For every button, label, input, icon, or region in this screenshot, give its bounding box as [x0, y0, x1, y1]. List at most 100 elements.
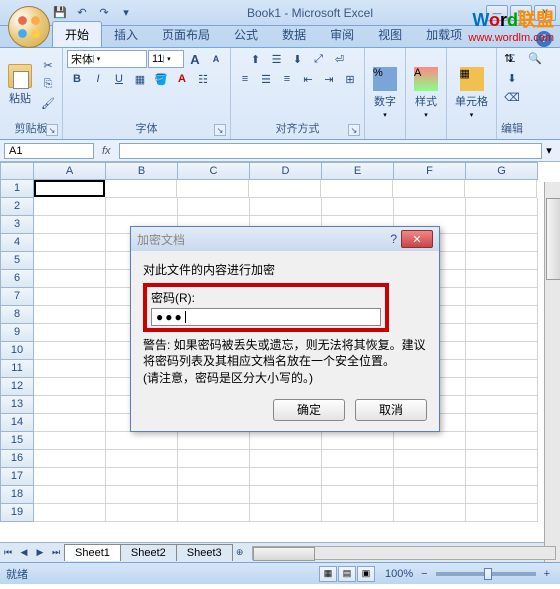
row-header[interactable]: 2 [0, 198, 34, 216]
page-break-view-button[interactable]: ▣ [357, 566, 375, 582]
row-header[interactable]: 7 [0, 288, 34, 306]
cell[interactable] [466, 342, 538, 360]
decrease-indent-button[interactable]: ⇤ [298, 70, 318, 88]
cell[interactable] [106, 432, 178, 450]
cell[interactable] [394, 450, 466, 468]
row-header[interactable]: 4 [0, 234, 34, 252]
normal-view-button[interactable]: ▦ [319, 566, 337, 582]
paste-button[interactable]: 粘贴 [4, 62, 36, 108]
cell[interactable] [34, 324, 106, 342]
row-header[interactable]: 18 [0, 486, 34, 504]
row-header[interactable]: 5 [0, 252, 34, 270]
row-header[interactable]: 12 [0, 378, 34, 396]
cell[interactable] [466, 306, 538, 324]
cell[interactable] [393, 180, 465, 198]
formula-bar[interactable] [119, 143, 542, 159]
row-header[interactable]: 9 [0, 324, 34, 342]
cell[interactable] [466, 450, 538, 468]
fx-icon[interactable]: fx [102, 145, 111, 157]
bold-button[interactable]: B [67, 70, 87, 88]
cell[interactable] [105, 180, 177, 198]
row-header[interactable]: 17 [0, 468, 34, 486]
cell[interactable] [249, 180, 321, 198]
cancel-button[interactable]: 取消 [355, 399, 427, 421]
row-header[interactable]: 6 [0, 270, 34, 288]
align-top-button[interactable]: ⬆ [246, 50, 266, 68]
sheet-tab-1[interactable]: Sheet1 [64, 544, 121, 561]
cell[interactable] [322, 486, 394, 504]
cell[interactable] [322, 504, 394, 522]
clear-button[interactable]: ⌫ [502, 88, 522, 106]
row-header[interactable]: 10 [0, 342, 34, 360]
italic-button[interactable]: I [88, 70, 108, 88]
cell[interactable] [466, 414, 538, 432]
formula-expand[interactable]: ▾ [542, 144, 556, 157]
col-header[interactable]: E [322, 162, 394, 180]
last-sheet-button[interactable]: ⏭ [48, 545, 64, 561]
cell[interactable] [34, 342, 106, 360]
cell[interactable] [394, 504, 466, 522]
cell[interactable] [250, 468, 322, 486]
zoom-out-button[interactable]: − [421, 568, 427, 580]
dialog-help-icon[interactable]: ? [390, 232, 397, 246]
tab-review[interactable]: 审阅 [318, 22, 366, 47]
cells-button[interactable]: ▦单元格▾ [451, 65, 492, 121]
cell[interactable] [106, 486, 178, 504]
sheet-tab-2[interactable]: Sheet2 [120, 544, 177, 561]
cell[interactable] [34, 216, 106, 234]
tab-home[interactable]: 开始 [52, 21, 102, 47]
cell[interactable] [34, 450, 106, 468]
cell[interactable] [178, 504, 250, 522]
row-header[interactable]: 19 [0, 504, 34, 522]
cell[interactable] [34, 234, 106, 252]
office-button[interactable] [8, 6, 50, 48]
cell[interactable] [321, 180, 393, 198]
cell[interactable] [106, 450, 178, 468]
cell[interactable] [106, 468, 178, 486]
style-button[interactable]: A样式▾ [410, 65, 442, 121]
cell[interactable] [394, 486, 466, 504]
copy-button[interactable]: ⎘ [38, 76, 58, 94]
col-header[interactable]: B [106, 162, 178, 180]
cell[interactable] [34, 288, 106, 306]
merge-button[interactable]: ⊞ [340, 70, 360, 88]
cell[interactable] [322, 450, 394, 468]
row-header[interactable]: 16 [0, 450, 34, 468]
shrink-font-button[interactable]: A [206, 50, 226, 68]
zoom-in-button[interactable]: + [544, 568, 550, 580]
font-size-select[interactable]: 11▾ [148, 50, 184, 68]
align-left-button[interactable]: ≡ [235, 70, 255, 88]
grow-font-button[interactable]: A [185, 50, 205, 68]
col-header[interactable]: D [250, 162, 322, 180]
cell[interactable] [466, 432, 538, 450]
cell[interactable] [250, 450, 322, 468]
tab-pagelayout[interactable]: 页面布局 [150, 22, 222, 47]
tab-formulas[interactable]: 公式 [222, 22, 270, 47]
align-middle-button[interactable]: ☰ [267, 50, 287, 68]
row-header[interactable]: 8 [0, 306, 34, 324]
cell[interactable] [34, 198, 106, 216]
sheet-tab-3[interactable]: Sheet3 [176, 544, 233, 561]
cell[interactable] [466, 486, 538, 504]
cell[interactable] [466, 378, 538, 396]
page-layout-view-button[interactable]: ▤ [338, 566, 356, 582]
row-header[interactable]: 15 [0, 432, 34, 450]
font-color-button[interactable]: A [172, 70, 192, 88]
col-header[interactable]: G [466, 162, 538, 180]
cell[interactable] [178, 198, 250, 216]
cell[interactable] [466, 360, 538, 378]
cell[interactable] [178, 486, 250, 504]
qat-dropdown[interactable]: ▾ [118, 5, 134, 21]
clipboard-dialog-launcher[interactable]: ↘ [46, 124, 58, 136]
cell[interactable] [466, 198, 538, 216]
first-sheet-button[interactable]: ⏮ [0, 545, 16, 561]
cell[interactable] [466, 504, 538, 522]
save-button[interactable]: 💾 [52, 5, 68, 21]
wrap-text-button[interactable]: ⏎ [330, 50, 350, 68]
cell[interactable] [34, 396, 106, 414]
cell[interactable] [34, 252, 106, 270]
cell[interactable] [466, 324, 538, 342]
cell[interactable] [466, 468, 538, 486]
fill-color-button[interactable]: 🪣 [151, 70, 171, 88]
cell[interactable] [394, 198, 466, 216]
